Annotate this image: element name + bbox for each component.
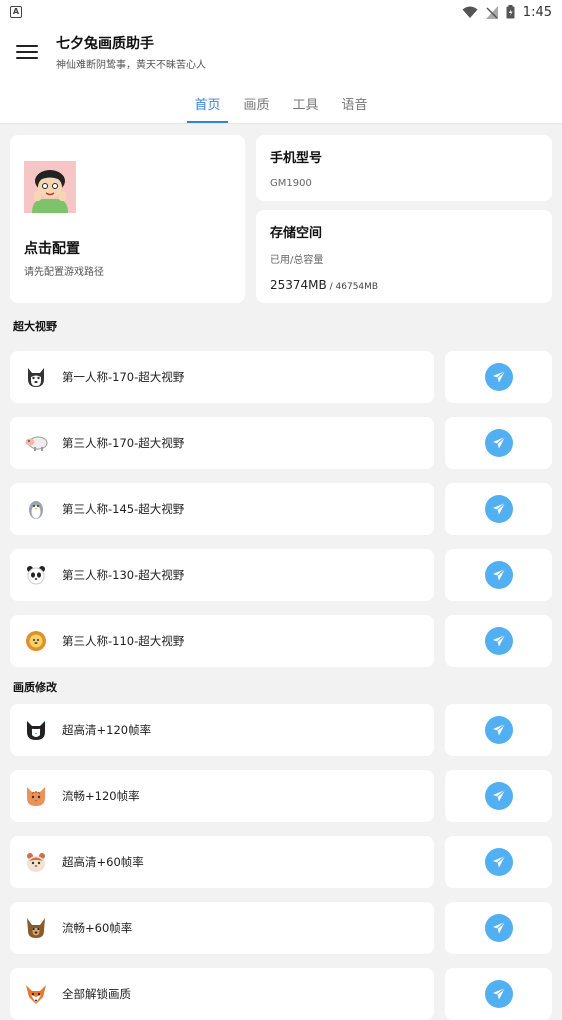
storage-title: 存储空间 bbox=[270, 226, 323, 241]
lion-icon bbox=[24, 629, 48, 653]
send-icon bbox=[484, 363, 513, 391]
preset-label: 第三人称-130-超大视野 bbox=[62, 568, 185, 582]
penguin-icon bbox=[24, 497, 48, 521]
husky-icon bbox=[24, 365, 48, 389]
phone-model-value: GM1900 bbox=[270, 178, 312, 189]
tab-tools[interactable]: 工具 bbox=[281, 94, 330, 123]
storage-card: 存储空间 已用/总容量 25374MB / 46754MB bbox=[256, 210, 552, 303]
preset-label: 流畅+60帧率 bbox=[62, 921, 133, 935]
preset-item-quality-4[interactable]: 流畅+60帧率 bbox=[10, 902, 434, 954]
preset-item-wide-view-1[interactable]: 第一人称-170-超大视野 bbox=[10, 351, 434, 403]
dog-icon bbox=[24, 916, 48, 940]
apply-button[interactable] bbox=[445, 351, 552, 403]
phone-model-card: 手机型号 GM1900 bbox=[256, 135, 552, 201]
no-signal-icon bbox=[485, 5, 498, 19]
battery-icon bbox=[506, 5, 515, 19]
storage-used: 25374MB bbox=[270, 278, 327, 292]
preset-label: 第一人称-170-超大视野 bbox=[62, 370, 185, 384]
title-block: 七夕兔画质助手 神仙难断阴鸷事，黄天不昧苦心人 bbox=[56, 33, 206, 71]
preset-item-quality-3[interactable]: 超高清+60帧率 bbox=[10, 836, 434, 888]
apply-button[interactable] bbox=[445, 417, 552, 469]
panda-icon bbox=[24, 563, 48, 587]
notification-app-icon: A bbox=[10, 6, 22, 18]
tab-home[interactable]: 首页 bbox=[183, 94, 232, 123]
apply-button[interactable] bbox=[445, 549, 552, 601]
apply-button[interactable] bbox=[445, 615, 552, 667]
orange-cat-icon bbox=[24, 784, 48, 808]
send-icon bbox=[484, 716, 513, 744]
app-bar: 七夕兔画质助手 神仙难断阴鸷事，黄天不昧苦心人 bbox=[0, 24, 562, 80]
avatar bbox=[24, 161, 76, 213]
tab-voice[interactable]: 语音 bbox=[330, 94, 379, 123]
preset-label: 第三人称-110-超大视野 bbox=[62, 634, 185, 648]
preset-label: 流畅+120帧率 bbox=[62, 789, 140, 803]
send-icon bbox=[484, 848, 513, 876]
send-icon bbox=[484, 627, 513, 655]
preset-item-quality-1[interactable]: 超高清+120帧率 bbox=[10, 704, 434, 756]
preset-label: 第三人称-145-超大视野 bbox=[62, 502, 185, 516]
sheep-icon bbox=[24, 431, 48, 455]
preset-item-quality-5[interactable]: 全部解锁画质 bbox=[10, 968, 434, 1020]
tab-bar: 首页 画质 工具 语音 bbox=[0, 80, 562, 124]
status-bar: A 1:45 bbox=[0, 0, 562, 24]
apply-button[interactable] bbox=[445, 704, 552, 756]
wifi-icon bbox=[462, 6, 478, 18]
section-title-quality: 画质修改 bbox=[13, 681, 57, 694]
preset-label: 超高清+60帧率 bbox=[62, 855, 144, 869]
preset-item-wide-view-5[interactable]: 第三人称-110-超大视野 bbox=[10, 615, 434, 667]
preset-label: 第三人称-170-超大视野 bbox=[62, 436, 185, 450]
preset-item-wide-view-4[interactable]: 第三人称-130-超大视野 bbox=[10, 549, 434, 601]
config-card[interactable]: 点击配置 请先配置游戏路径 bbox=[10, 135, 245, 303]
storage-value: 25374MB / 46754MB bbox=[270, 278, 378, 292]
app-subtitle: 神仙难断阴鸷事，黄天不昧苦心人 bbox=[56, 60, 206, 71]
storage-total: / 46754MB bbox=[326, 282, 379, 292]
tab-quality[interactable]: 画质 bbox=[232, 94, 281, 123]
preset-item-wide-view-2[interactable]: 第三人称-170-超大视野 bbox=[10, 417, 434, 469]
apply-button[interactable] bbox=[445, 968, 552, 1020]
apply-button[interactable] bbox=[445, 483, 552, 535]
app-title: 七夕兔画质助手 bbox=[56, 36, 154, 52]
send-icon bbox=[484, 429, 513, 457]
menu-icon[interactable] bbox=[16, 43, 38, 61]
send-icon bbox=[484, 495, 513, 523]
hamster-icon bbox=[24, 850, 48, 874]
cat-icon bbox=[24, 718, 48, 742]
phone-model-title: 手机型号 bbox=[270, 151, 323, 166]
send-icon bbox=[484, 980, 513, 1008]
apply-button[interactable] bbox=[445, 770, 552, 822]
fox-icon bbox=[24, 982, 48, 1006]
send-icon bbox=[484, 561, 513, 589]
storage-label: 已用/总容量 bbox=[270, 255, 324, 266]
config-subtitle: 请先配置游戏路径 bbox=[24, 267, 104, 278]
status-time: 1:45 bbox=[522, 4, 552, 20]
apply-button[interactable] bbox=[445, 902, 552, 954]
config-title: 点击配置 bbox=[24, 241, 80, 257]
apply-button[interactable] bbox=[445, 836, 552, 888]
preset-item-wide-view-3[interactable]: 第三人称-145-超大视野 bbox=[10, 483, 434, 535]
section-title-wide-view: 超大视野 bbox=[13, 320, 57, 333]
send-icon bbox=[484, 782, 513, 810]
preset-item-quality-2[interactable]: 流畅+120帧率 bbox=[10, 770, 434, 822]
send-icon bbox=[484, 914, 513, 942]
preset-label: 超高清+120帧率 bbox=[62, 723, 152, 737]
